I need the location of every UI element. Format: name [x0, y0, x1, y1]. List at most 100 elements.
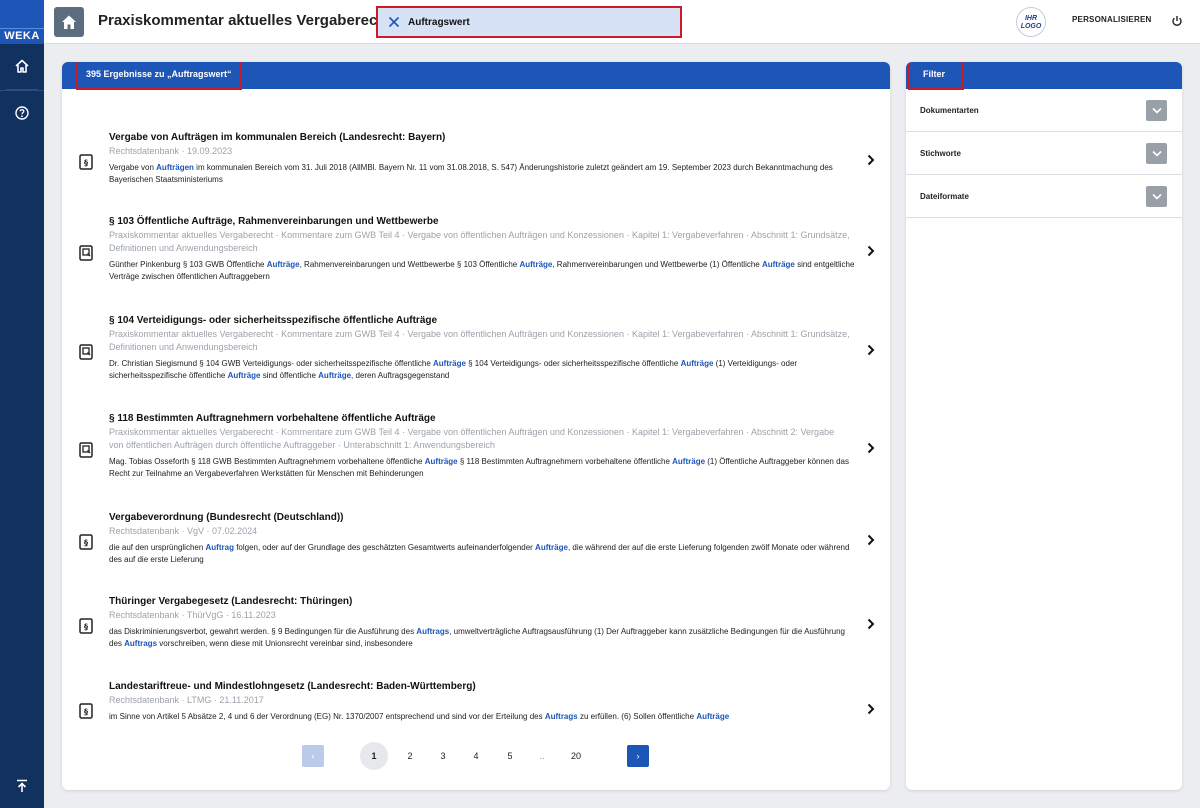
svg-text:§: § [84, 159, 88, 168]
svg-text:§: § [84, 539, 88, 548]
result-item[interactable]: § Vergabeverordnung (Bundesrecht (Deutsch… [62, 512, 890, 574]
search-hit-highlight: Auftrags [124, 639, 158, 648]
page-1-button[interactable]: 1 [360, 742, 388, 770]
search-hit-highlight: Auftrags [544, 712, 578, 721]
result-breadcrumb: Rechtsdatenbank · LTMG · 21.11.2017 [109, 695, 264, 705]
page-5-button[interactable]: 5 [502, 745, 518, 767]
power-icon [1172, 16, 1182, 26]
chevron-right-icon[interactable] [867, 344, 877, 356]
logout-button[interactable] [1168, 12, 1186, 30]
page-4-button[interactable]: 4 [468, 745, 484, 767]
result-title[interactable]: Thüringer Vergabegesetz (Landesrecht: Th… [109, 596, 352, 607]
chevron-down-icon[interactable] [1146, 143, 1167, 164]
weka-logo[interactable]: WEKA [0, 0, 44, 44]
snippet-text: § 118 Bestimmten Auftragnehmern vorbehal… [457, 457, 673, 466]
result-item[interactable]: § Thüringer Vergabegesetz (Landesrecht: T… [62, 596, 890, 658]
chevron-right-icon[interactable] [867, 442, 877, 454]
filter-facet[interactable]: Dokumentarten [906, 89, 1182, 132]
chevron-right-icon[interactable] [867, 534, 877, 546]
next-page-button[interactable]: › [627, 745, 649, 767]
app-home-button[interactable] [54, 7, 84, 37]
filter-facet[interactable]: Stichworte [906, 132, 1182, 175]
result-snippet: Günther Pinkenburg § 103 GWB Öffentliche… [109, 259, 855, 283]
chevron-right-icon[interactable] [867, 154, 877, 166]
result-item[interactable]: § 103 Öffentliche Aufträge, Rahmenverein… [62, 216, 890, 286]
clear-search-icon[interactable] [386, 14, 402, 30]
filter-header: Filter [906, 62, 1182, 90]
result-breadcrumb: Praxiskommentar aktuelles Vergaberecht ·… [109, 329, 850, 352]
paragraph-document-icon: § [79, 154, 93, 170]
arrow-to-top-icon [17, 779, 27, 792]
result-item[interactable]: § 118 Bestimmten Auftragnehmern vorbehal… [62, 413, 890, 483]
snippet-text: das Diskriminierungsverbot, gewahrt werd… [109, 627, 417, 636]
result-title[interactable]: Vergabe von Aufträgen im kommunalen Bere… [109, 132, 445, 143]
page-3-button[interactable]: 3 [435, 745, 451, 767]
chevron-right-icon[interactable] [867, 618, 877, 630]
snippet-text: zu erfüllen. (6) Sollen öffentliche [577, 712, 697, 721]
result-snippet: im Sinne von Artikel 5 Absätze 2, 4 und … [109, 711, 855, 723]
search-hit-highlight: Aufträge [680, 359, 714, 368]
svg-text:§: § [84, 708, 88, 717]
result-snippet: Vergabe von Aufträgen im kommunalen Bere… [109, 162, 855, 186]
result-title[interactable]: § 104 Verteidigungs- oder sicherheitsspe… [109, 315, 437, 326]
result-title[interactable]: § 118 Bestimmten Auftragnehmern vorbehal… [109, 413, 436, 424]
search-hit-highlight: Aufträge [761, 260, 795, 269]
result-breadcrumb: Praxiskommentar aktuelles Vergaberecht ·… [109, 230, 850, 253]
search-hit-highlight: Auftrags [416, 627, 450, 636]
snippet-text: folgen, oder auf der Grundlage des gesch… [233, 543, 536, 552]
result-snippet: die auf den ursprünglichen Auftrag folge… [109, 542, 855, 566]
snippet-text: im Sinne von Artikel 5 Absätze 2, 4 und … [109, 712, 545, 721]
snippet-text: Mag. Tobias Osseforth § 118 GWB Bestimmt… [109, 457, 425, 466]
result-item[interactable]: § 104 Verteidigungs- oder sicherheitsspe… [62, 315, 890, 385]
search-hit-highlight: Aufträge [696, 712, 730, 721]
search-hit-highlight: Auftrag [205, 543, 234, 552]
snippet-text: Vergabe von [109, 163, 157, 172]
help-icon [15, 105, 29, 120]
chevron-down-icon[interactable] [1146, 100, 1167, 121]
result-snippet: das Diskriminierungsverbot, gewahrt werd… [109, 626, 855, 650]
result-title[interactable]: § 103 Öffentliche Aufträge, Rahmenverein… [109, 216, 439, 227]
home-icon [15, 59, 29, 73]
snippet-text: die auf den ursprünglichen [109, 543, 206, 552]
result-breadcrumb: Rechtsdatenbank · VgV · 07.02.2024 [109, 526, 258, 536]
page-ellipsis: .. [539, 751, 545, 761]
home-icon [62, 15, 76, 29]
chevron-down-icon[interactable] [1146, 186, 1167, 207]
sidebar-help-button[interactable] [0, 90, 44, 134]
page-2-button[interactable]: 2 [402, 745, 418, 767]
search-term: Auftragswert [408, 16, 470, 28]
result-item[interactable]: § Landestariftreue- und Mindestlohngesetz… [62, 681, 890, 743]
previous-page-button[interactable]: ‹ [302, 745, 324, 767]
result-item[interactable]: § Vergabe von Aufträgen im kommunalen Ber… [62, 132, 890, 194]
commentary-document-icon [79, 344, 93, 360]
chevron-right-icon[interactable] [867, 703, 877, 715]
sidebar-jump-top-button[interactable] [0, 764, 44, 808]
result-title[interactable]: Landestariftreue- und Mindestlohngesetz … [109, 681, 476, 692]
customer-logo-line-1: IHR [1024, 15, 1038, 22]
search-hit-highlight: Aufträge [424, 457, 458, 466]
logo-text: WEKA [4, 30, 40, 42]
result-breadcrumb: Rechtsdatenbank · ThürVgG · 16.11.2023 [109, 610, 276, 620]
personalize-button[interactable]: PERSONALISIEREN [1072, 15, 1151, 24]
results-count: 395 Ergebnisse zu „Auftragswert“ [76, 62, 242, 90]
search-hit-highlight: Aufträge [227, 371, 261, 380]
paragraph-document-icon: § [79, 618, 93, 634]
customer-logo: IHR LOGO [1016, 7, 1046, 37]
page-20-button[interactable]: 20 [566, 745, 586, 767]
active-search-chip[interactable]: Auftragswert [376, 6, 682, 38]
result-title[interactable]: Vergabeverordnung (Bundesrecht (Deutschl… [109, 512, 343, 523]
filter-facet[interactable]: Dateiformate [906, 175, 1182, 218]
sidebar-home-button[interactable] [0, 44, 44, 90]
result-breadcrumb: Praxiskommentar aktuelles Vergaberecht ·… [109, 427, 835, 450]
snippet-text: im kommunalen Bereich vom 31. Juli 2018 … [109, 163, 833, 184]
result-snippet: Mag. Tobias Osseforth § 118 GWB Bestimmt… [109, 456, 855, 480]
customer-logo-line-2: LOGO [1020, 23, 1042, 30]
result-breadcrumb: Rechtsdatenbank · 19.09.2023 [109, 146, 233, 156]
snippet-text: vorschreiben, wenn diese mit Unionsrecht… [157, 639, 413, 648]
search-hit-highlight: Aufträge [318, 371, 352, 380]
search-hit-highlight: Aufträge [266, 260, 300, 269]
snippet-text: , deren Auftragsgegenstand [351, 371, 450, 380]
filter-panel: Filter Dokumentarten Stichworte Dateiforma… [906, 62, 1182, 790]
chevron-right-icon[interactable] [867, 245, 877, 257]
filter-facet-label: Dateiformate [920, 192, 969, 201]
